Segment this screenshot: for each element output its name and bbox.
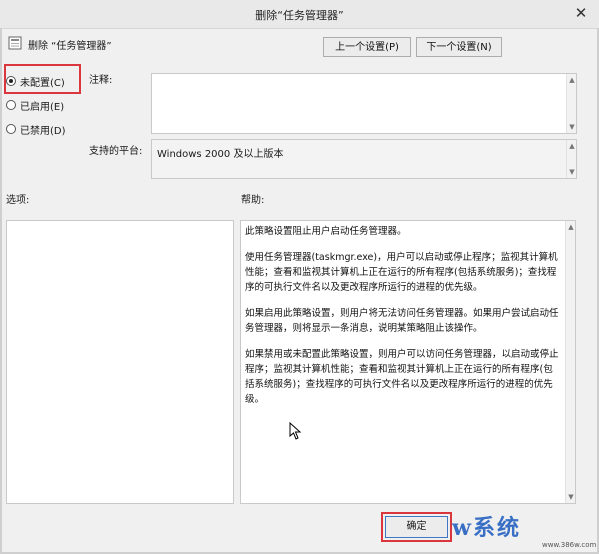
help-paragraph: 如果禁用或未配置此策略设置，则用户可以访问任务管理器，以启动或停止程序；监视其计…: [245, 349, 559, 405]
scroll-down-icon[interactable]: ▼: [568, 168, 576, 176]
help-label: 帮助:: [241, 195, 265, 206]
close-icon[interactable]: ✕: [571, 4, 591, 22]
comment-scrollbar[interactable]: ▲ ▼: [566, 74, 576, 133]
ok-button[interactable]: 确定: [385, 516, 448, 538]
window-border-left: [0, 28, 2, 554]
title-bar: 删除“任务管理器” ✕: [0, 0, 599, 29]
help-text: 此策略设置阻止用户启动任务管理器。 使用任务管理器(taskmgr.exe)，用…: [245, 224, 561, 418]
radio-unchecked-icon[interactable]: [6, 124, 16, 134]
radio-enabled[interactable]: 已启用(E): [6, 96, 64, 114]
scroll-down-icon[interactable]: ▼: [568, 123, 576, 131]
radio-label: 已启用(E): [20, 101, 65, 113]
policy-setting-icon: [8, 36, 22, 50]
setting-title: 删除 “任务管理器”: [28, 41, 112, 52]
platform-scrollbar[interactable]: ▲ ▼: [566, 140, 576, 178]
scroll-up-icon[interactable]: ▲: [567, 223, 575, 231]
help-pane: 此策略设置阻止用户启动任务管理器。 使用任务管理器(taskmgr.exe)，用…: [240, 220, 576, 504]
window-title: 删除“任务管理器”: [255, 9, 344, 22]
watermark-url: www.386w.com: [542, 541, 597, 549]
scroll-down-icon[interactable]: ▼: [567, 493, 575, 501]
radio-disabled[interactable]: 已禁用(D): [6, 120, 66, 138]
mouse-cursor-icon: [289, 422, 302, 440]
previous-setting-button[interactable]: 上一个设置(P): [323, 37, 411, 57]
comment-field[interactable]: ▲ ▼: [151, 73, 577, 134]
platform-value: Windows 2000 及以上版本: [157, 149, 284, 160]
radio-checked-icon[interactable]: [6, 76, 16, 86]
comment-label: 注释:: [89, 75, 113, 86]
scroll-up-icon[interactable]: ▲: [568, 76, 576, 84]
help-paragraph: 如果启用此策略设置，则用户将无法访问任务管理器。如果用户尝试启动任务管理器，则将…: [245, 308, 559, 334]
watermark-logo: w系统: [452, 515, 521, 541]
help-paragraph: 使用任务管理器(taskmgr.exe)，用户可以启动或停止程序；监视其计算机性…: [245, 252, 558, 293]
platform-field: Windows 2000 及以上版本 ▲ ▼: [151, 139, 577, 179]
options-pane: [6, 220, 234, 504]
platform-label: 支持的平台:: [89, 146, 143, 157]
help-paragraph: 此策略设置阻止用户启动任务管理器。: [245, 226, 407, 237]
radio-label: 未配置(C): [20, 77, 65, 89]
radio-not-configured[interactable]: 未配置(C): [6, 72, 65, 90]
options-label: 选项:: [6, 195, 30, 206]
scroll-up-icon[interactable]: ▲: [568, 142, 576, 150]
help-scrollbar[interactable]: ▲ ▼: [565, 221, 575, 503]
radio-label: 已禁用(D): [20, 125, 66, 137]
next-setting-button[interactable]: 下一个设置(N): [416, 37, 502, 57]
radio-unchecked-icon[interactable]: [6, 100, 16, 110]
